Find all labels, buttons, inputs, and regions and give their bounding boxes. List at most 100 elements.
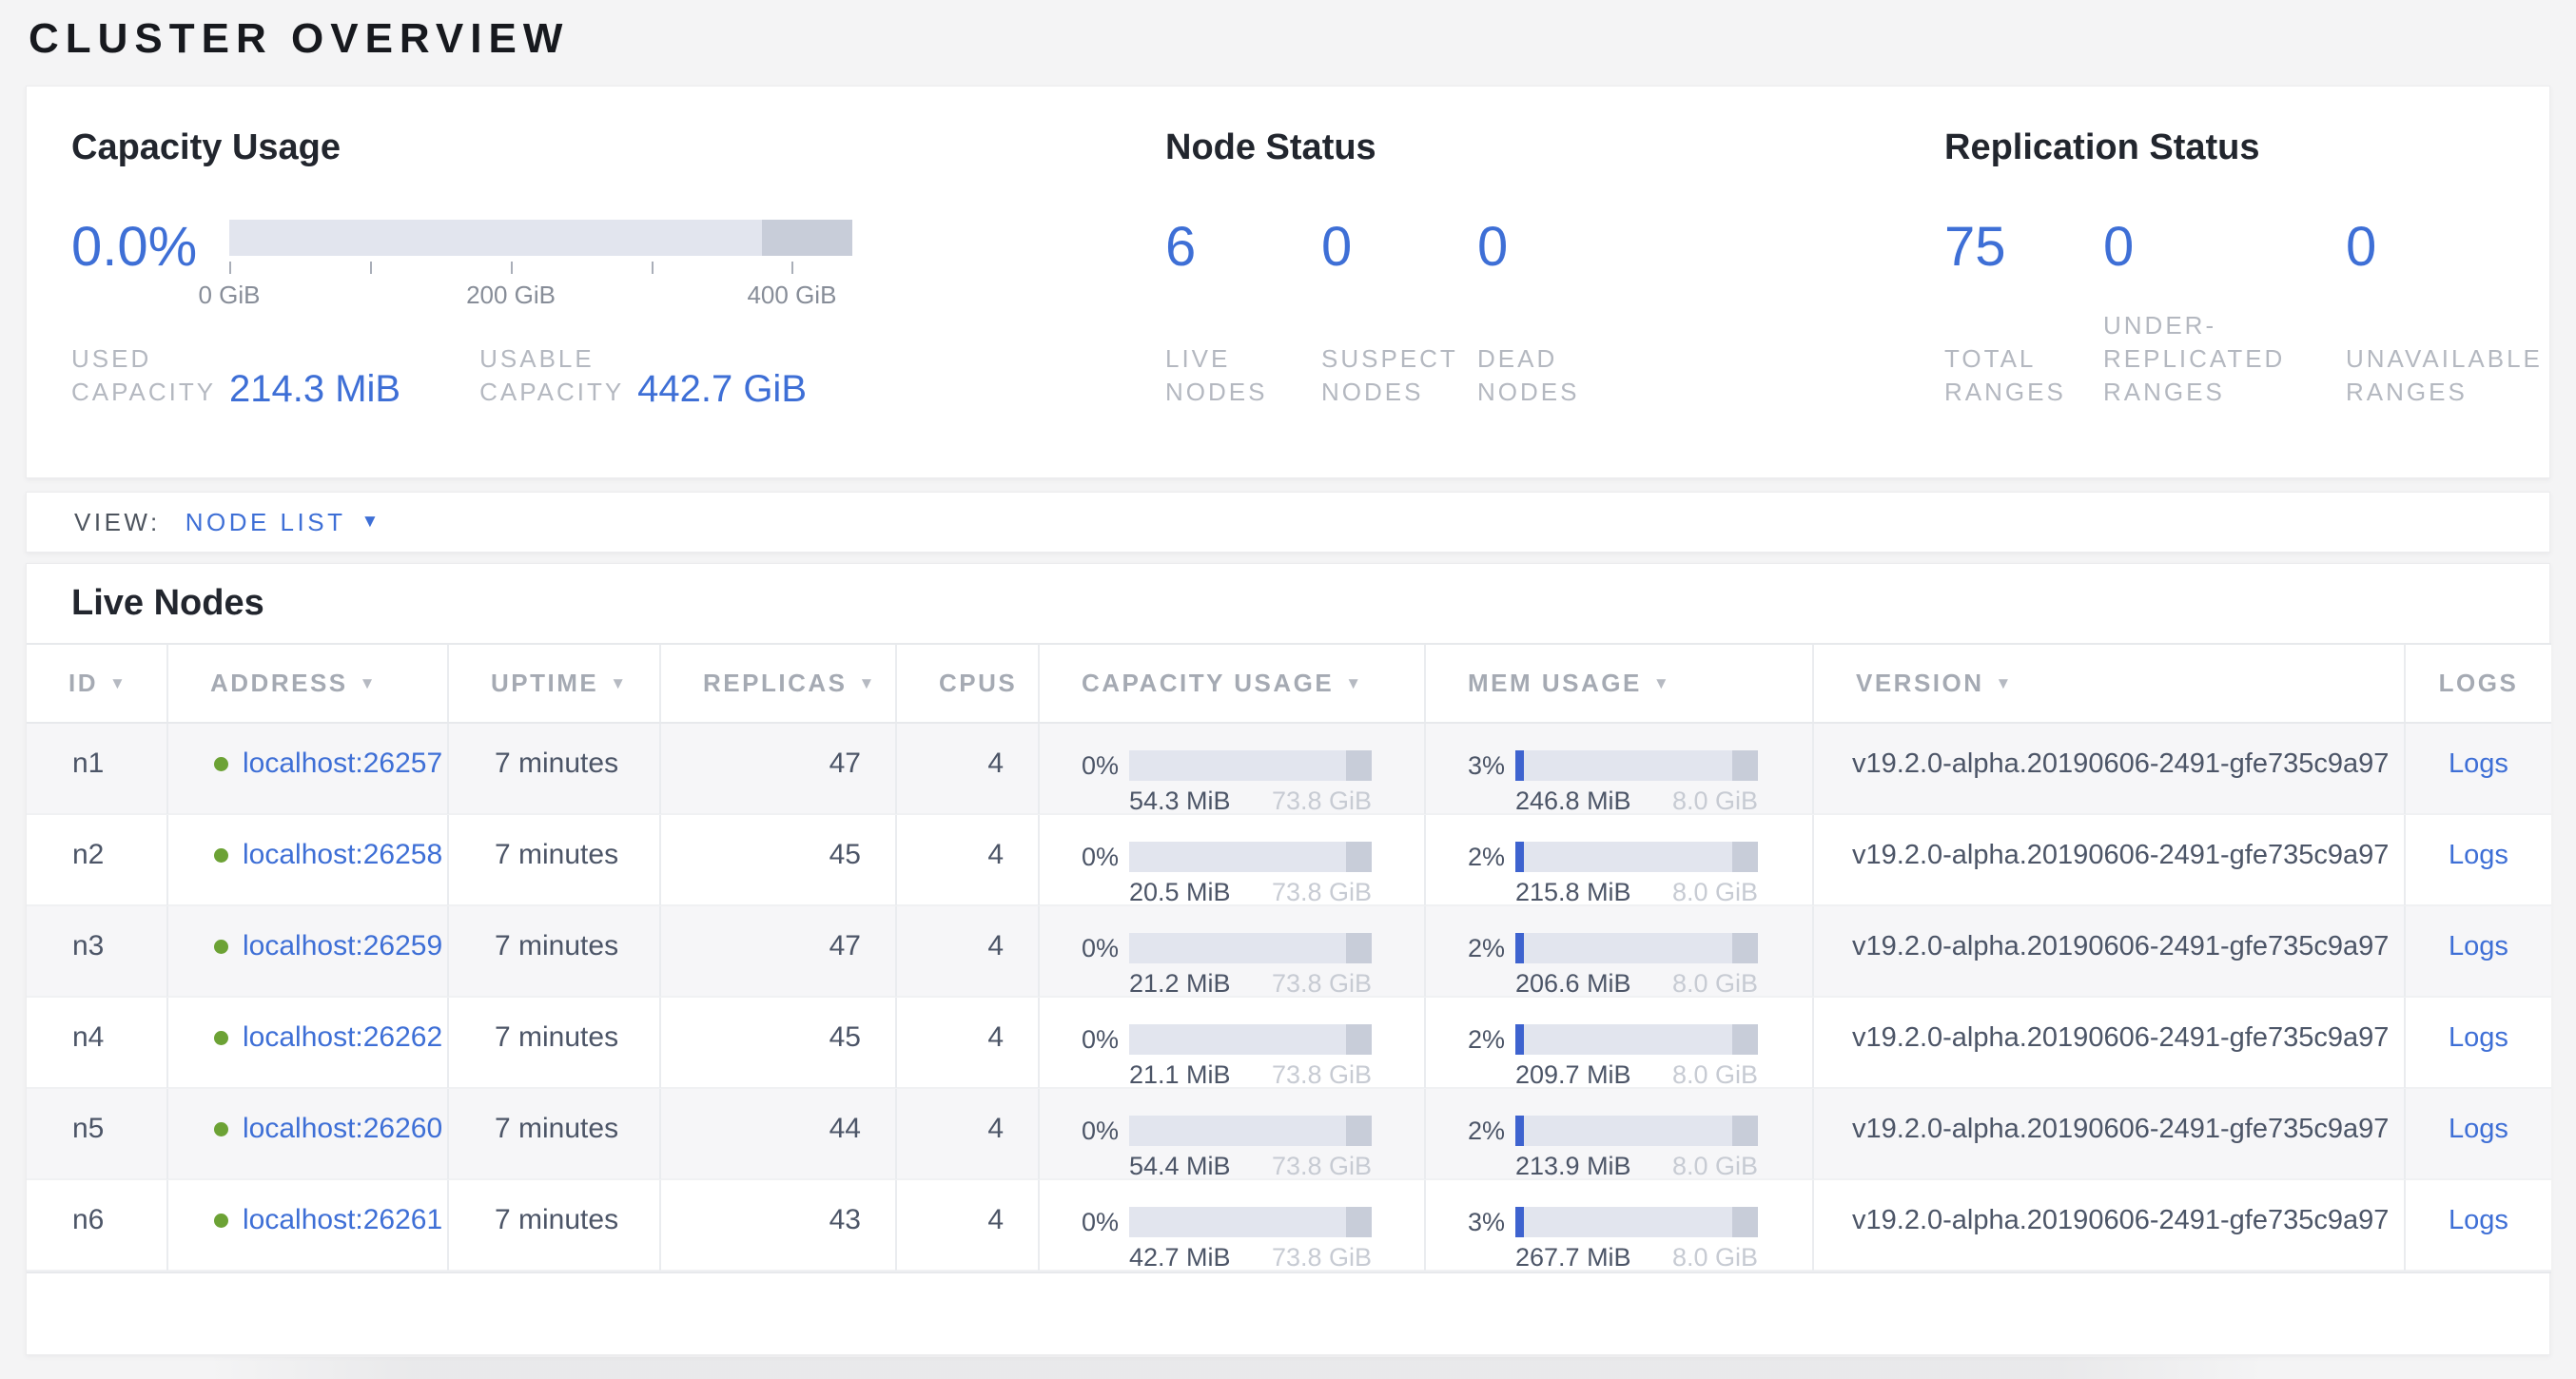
chevron-down-icon: ▼	[361, 512, 379, 533]
axis-tick	[511, 262, 513, 274]
column-header-version[interactable]: VERSION▼	[1814, 645, 2406, 722]
usage-total-value: 73.8 GiB	[1272, 971, 1372, 997]
usage-bar-track	[1129, 1207, 1372, 1237]
usage-bar-track	[1515, 750, 1758, 781]
version-cell: v19.2.0-alpha.20190606-2491-gfe735c9a97	[1814, 906, 2406, 997]
uptime-cell: 7 minutes	[449, 906, 661, 997]
usage-bar-fill	[1515, 842, 1524, 872]
logs-link[interactable]: Logs	[2449, 1205, 2508, 1271]
column-header-cpus: CPUS	[897, 645, 1040, 722]
replicas-cell: 45	[661, 998, 897, 1088]
logs-link[interactable]: Logs	[2449, 931, 2508, 997]
usage-bar-track	[1129, 750, 1372, 781]
used-capacity-value: 214.3 MiB	[229, 370, 400, 408]
usage-used-value: 42.7 MiB	[1129, 1245, 1231, 1271]
usage-used-value: 21.2 MiB	[1129, 971, 1231, 997]
usage-bar-reserved-segment	[1346, 842, 1372, 872]
usage-percent-label: 3%	[1468, 751, 1515, 781]
usage-percent-label: 0%	[1082, 934, 1129, 963]
usage-bar-track	[1515, 1207, 1758, 1237]
usage-total-value: 8.0 GiB	[1672, 1062, 1758, 1088]
under-replicated-ranges-label: UNDER-REPLICATED RANGES	[2103, 309, 2346, 409]
usage-bar-track	[1515, 1024, 1758, 1055]
usage-bar-track	[1515, 1116, 1758, 1146]
sort-arrow-icon: ▼	[858, 674, 876, 693]
usage-bar-reserved-segment	[1732, 1207, 1758, 1237]
column-header-mem-usage[interactable]: MEM USAGE▼	[1426, 645, 1814, 722]
usage-used-value: 54.4 MiB	[1129, 1154, 1231, 1179]
logs-cell: Logs	[2406, 1089, 2551, 1179]
column-header-label: LOGS	[2439, 669, 2519, 698]
sort-arrow-icon: ▼	[109, 674, 127, 693]
live-status-dot-icon	[214, 1214, 228, 1228]
sort-arrow-icon: ▼	[360, 674, 378, 693]
address-link[interactable]: localhost:26260	[243, 1114, 442, 1144]
view-dropdown[interactable]: NODE LIST ▼	[185, 508, 380, 537]
logs-cell: Logs	[2406, 815, 2551, 905]
node-id-cell: n1	[27, 724, 168, 814]
version-cell: v19.2.0-alpha.20190606-2491-gfe735c9a97	[1814, 998, 2406, 1088]
replication-status-heading: Replication Status	[1944, 127, 2260, 168]
address-link[interactable]: localhost:26257	[243, 748, 442, 779]
usage-bar-fill	[1515, 933, 1524, 963]
replicas-cell: 45	[661, 815, 897, 905]
usage-total-value: 73.8 GiB	[1272, 880, 1372, 905]
axis-tick	[229, 262, 231, 274]
under-replicated-ranges-count: 0	[2103, 220, 2346, 275]
usage-bar-reserved-segment	[1346, 1207, 1372, 1237]
usage-total-value: 8.0 GiB	[1672, 1245, 1758, 1271]
column-header-uptime[interactable]: UPTIME▼	[449, 645, 661, 722]
logs-cell: Logs	[2406, 1180, 2551, 1271]
address-link[interactable]: localhost:26259	[243, 931, 442, 961]
capacity-usage-cell: 0%20.5 MiB73.8 GiB	[1040, 815, 1426, 905]
capacity-usage-heading: Capacity Usage	[71, 127, 341, 168]
logs-link[interactable]: Logs	[2449, 748, 2508, 814]
replicas-cell: 47	[661, 724, 897, 814]
address-link[interactable]: localhost:26262	[243, 1022, 442, 1053]
cpus-cell: 4	[897, 815, 1040, 905]
cluster-summary-card: Capacity Usage 0.0% 0 GiB200 GiB400 GiB …	[26, 86, 2550, 478]
usage-bar-fill	[1515, 1116, 1524, 1146]
mem-usage-cell: 3%246.8 MiB8.0 GiB	[1426, 724, 1814, 814]
view-label: VIEW:	[74, 508, 161, 537]
capacity-stats: USED CAPACITY 214.3 MiB USABLE CAPACITY …	[71, 342, 807, 409]
dead-nodes-label: DEAD NODES	[1477, 342, 1633, 409]
usage-used-value: 267.7 MiB	[1515, 1245, 1631, 1271]
logs-link[interactable]: Logs	[2449, 1022, 2508, 1088]
column-header-label: MEM USAGE	[1468, 669, 1642, 698]
column-header-id[interactable]: ID ▼	[27, 645, 168, 722]
usage-used-value: 215.8 MiB	[1515, 880, 1631, 905]
sort-arrow-icon: ▼	[610, 674, 628, 693]
live-nodes-table: ID▼ADDRESS▼UPTIME▼REPLICAS▼CPUSCAPACITY …	[27, 643, 2551, 1273]
capacity-bar-ticks: 0 GiB200 GiB400 GiB	[229, 262, 852, 319]
logs-link[interactable]: Logs	[2449, 1114, 2508, 1179]
column-header-replicas[interactable]: REPLICAS▼	[661, 645, 897, 722]
logs-cell: Logs	[2406, 724, 2551, 814]
usage-total-value: 8.0 GiB	[1672, 788, 1758, 814]
table-row: n3localhost:262597 minutes4740%21.2 MiB7…	[27, 906, 2551, 998]
column-header-label: ID	[68, 669, 98, 698]
usage-percent-label: 0%	[1082, 1208, 1129, 1237]
live-nodes-label: LIVE NODES	[1165, 342, 1321, 409]
capacity-usage-cell: 0%21.1 MiB73.8 GiB	[1040, 998, 1426, 1088]
address-link[interactable]: localhost:26261	[243, 1205, 442, 1235]
column-header-label: CAPACITY USAGE	[1082, 669, 1334, 698]
version-cell: v19.2.0-alpha.20190606-2491-gfe735c9a97	[1814, 724, 2406, 814]
total-ranges-label: TOTAL RANGES	[1944, 342, 2103, 409]
axis-tick	[791, 262, 793, 274]
cpus-cell: 4	[897, 1180, 1040, 1271]
column-header-address[interactable]: ADDRESS▼	[168, 645, 449, 722]
cpus-cell: 4	[897, 1089, 1040, 1179]
footer-shadow	[0, 1357, 2576, 1379]
live-nodes-card: Live Nodes ID▼ADDRESS▼UPTIME▼REPLICAS▼CP…	[26, 563, 2550, 1355]
view-selected-option[interactable]: NODE LIST	[185, 508, 346, 537]
capacity-usage-cell: 0%54.4 MiB73.8 GiB	[1040, 1089, 1426, 1179]
usage-percent-label: 2%	[1468, 1117, 1515, 1146]
usable-capacity-value: 442.7 GiB	[637, 370, 807, 408]
table-body: n1localhost:262577 minutes4740%54.3 MiB7…	[27, 724, 2551, 1272]
usable-capacity-stat: USABLE CAPACITY 442.7 GiB	[479, 342, 807, 409]
address-link[interactable]: localhost:26258	[243, 840, 442, 870]
column-header-capacity-usage[interactable]: CAPACITY USAGE▼	[1040, 645, 1426, 722]
logs-link[interactable]: Logs	[2449, 840, 2508, 905]
usage-bar-fill	[1515, 1207, 1524, 1237]
